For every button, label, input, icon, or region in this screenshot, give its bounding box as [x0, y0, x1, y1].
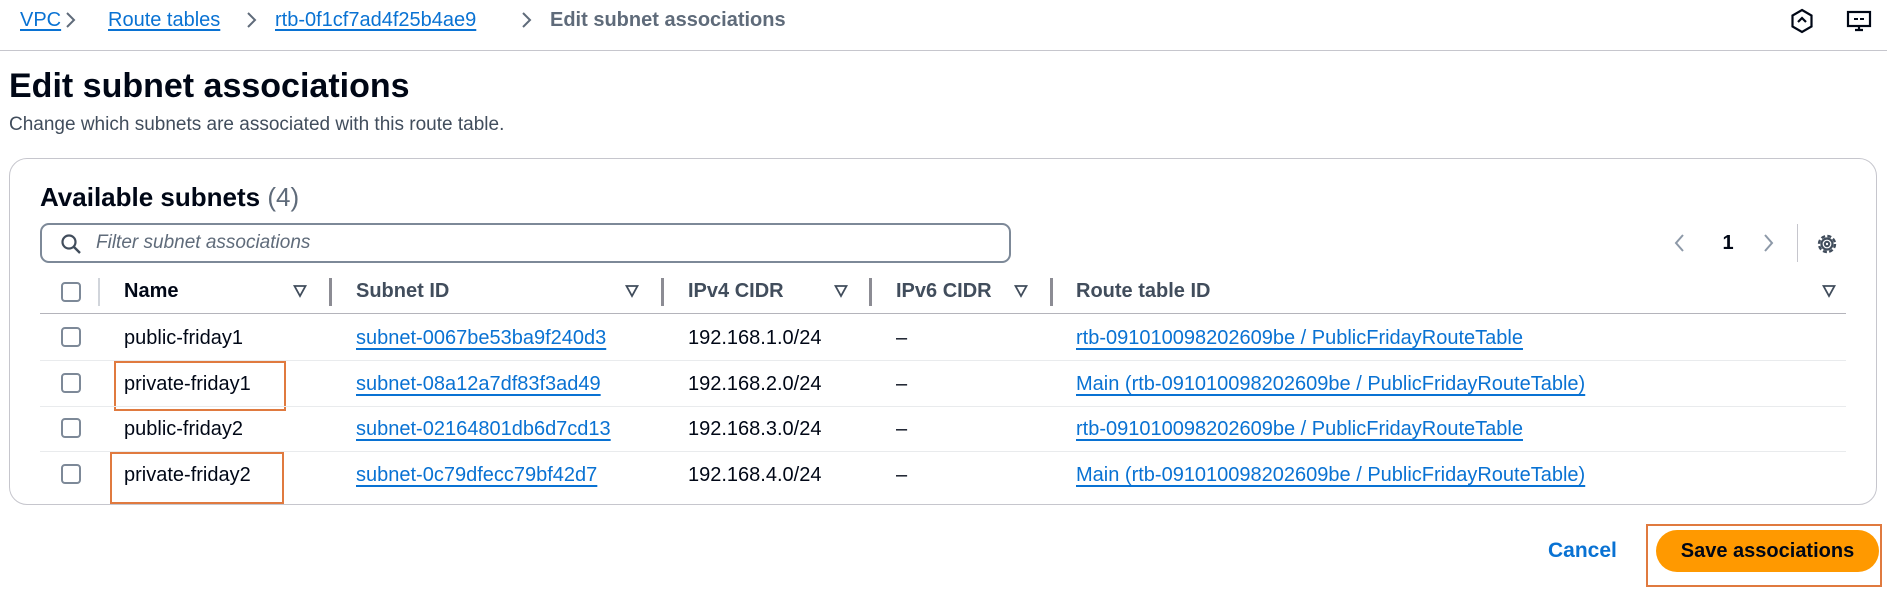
breadcrumb-chevron-icon: [522, 12, 532, 28]
feedback-hexagon-icon[interactable]: [1789, 8, 1815, 34]
column-divider[interactable]: [661, 278, 664, 306]
sort-down-icon[interactable]: [625, 284, 639, 298]
previous-page-icon[interactable]: [1668, 230, 1692, 256]
filter-box: [40, 223, 1011, 263]
route-table-link[interactable]: Main (rtb-091010098202609be / PublicFrid…: [1076, 371, 1585, 397]
column-divider[interactable]: [1050, 278, 1053, 306]
breadcrumb-chevron-icon: [66, 12, 76, 28]
row-checkbox[interactable]: [61, 418, 81, 438]
subnet-name: private-friday2: [124, 464, 251, 486]
column-header-ipv6-cidr[interactable]: IPv6 CIDR: [896, 278, 992, 304]
page-title: Edit subnet associations: [9, 67, 410, 105]
current-page-number[interactable]: 1: [1718, 230, 1738, 256]
route-table-link[interactable]: rtb-091010098202609be / PublicFridayRout…: [1076, 325, 1523, 351]
ipv4-cidr: 192.168.2.0/24: [688, 373, 822, 395]
panel-title: Available subnets (4): [40, 181, 299, 213]
breadcrumb-route-table-id[interactable]: rtb-0f1cf7ad4f25b4ae9: [275, 8, 476, 32]
top-navigation-bar: VPC Route tables rtb-0f1cf7ad4f25b4ae9 E…: [0, 0, 1887, 51]
subnet-id-link[interactable]: subnet-0067be53ba9f240d3: [356, 325, 606, 351]
column-header-subnet-id[interactable]: Subnet ID: [356, 278, 449, 304]
table-header-divider: [40, 313, 1846, 314]
sort-down-icon[interactable]: [293, 284, 307, 298]
pager-divider: [1797, 224, 1798, 262]
subnet-id-link[interactable]: subnet-0c79dfecc79bf42d7: [356, 462, 597, 488]
save-associations-button[interactable]: Save associations: [1656, 530, 1879, 572]
column-header-ipv4-cidr[interactable]: IPv4 CIDR: [688, 278, 784, 304]
row-divider: [40, 360, 1846, 361]
subnet-id-link[interactable]: subnet-02164801db6d7cd13: [356, 416, 611, 442]
subnet-name: public-friday2: [124, 418, 243, 440]
breadcrumb-current-page: Edit subnet associations: [550, 9, 786, 31]
breadcrumb-chevron-icon: [247, 12, 257, 28]
column-header-name[interactable]: Name: [124, 278, 178, 304]
ipv6-cidr: –: [896, 327, 908, 349]
next-page-icon[interactable]: [1756, 230, 1780, 256]
route-table-link[interactable]: Main (rtb-091010098202609be / PublicFrid…: [1076, 462, 1585, 488]
subnet-name: private-friday1: [124, 373, 251, 395]
settings-gear-icon[interactable]: [1813, 230, 1841, 258]
route-table-link[interactable]: rtb-091010098202609be / PublicFridayRout…: [1076, 416, 1523, 442]
row-divider: [40, 406, 1846, 407]
sort-down-icon[interactable]: [834, 284, 848, 298]
panel-count: (4): [267, 182, 300, 212]
search-icon: [61, 234, 81, 254]
row-checkbox[interactable]: [61, 464, 81, 484]
breadcrumb-route-tables[interactable]: Route tables: [108, 8, 220, 32]
column-divider: [98, 278, 100, 306]
notifications-screen-icon[interactable]: [1846, 8, 1872, 34]
row-checkbox[interactable]: [61, 327, 81, 347]
cancel-button[interactable]: Cancel: [1548, 538, 1617, 564]
row-checkbox[interactable]: [61, 373, 81, 393]
ipv4-cidr: 192.168.4.0/24: [688, 464, 822, 486]
sort-down-icon[interactable]: [1822, 284, 1836, 298]
select-all-checkbox[interactable]: [61, 282, 81, 302]
page-description: Change which subnets are associated with…: [9, 114, 505, 135]
subnet-name: public-friday1: [124, 327, 243, 349]
column-divider[interactable]: [869, 278, 872, 306]
column-header-route-table-id[interactable]: Route table ID: [1076, 278, 1210, 304]
breadcrumb-vpc[interactable]: VPC: [20, 8, 61, 32]
sort-down-icon[interactable]: [1014, 284, 1028, 298]
ipv6-cidr: –: [896, 464, 908, 486]
ipv6-cidr: –: [896, 418, 908, 440]
filter-subnet-input[interactable]: [96, 225, 976, 261]
column-divider[interactable]: [329, 278, 332, 306]
row-divider: [40, 451, 1846, 452]
ipv6-cidr: –: [896, 373, 908, 395]
ipv4-cidr: 192.168.3.0/24: [688, 418, 822, 440]
subnet-id-link[interactable]: subnet-08a12a7df83f3ad49: [356, 371, 601, 397]
panel-title-text: Available subnets: [40, 182, 261, 212]
ipv4-cidr: 192.168.1.0/24: [688, 327, 822, 349]
